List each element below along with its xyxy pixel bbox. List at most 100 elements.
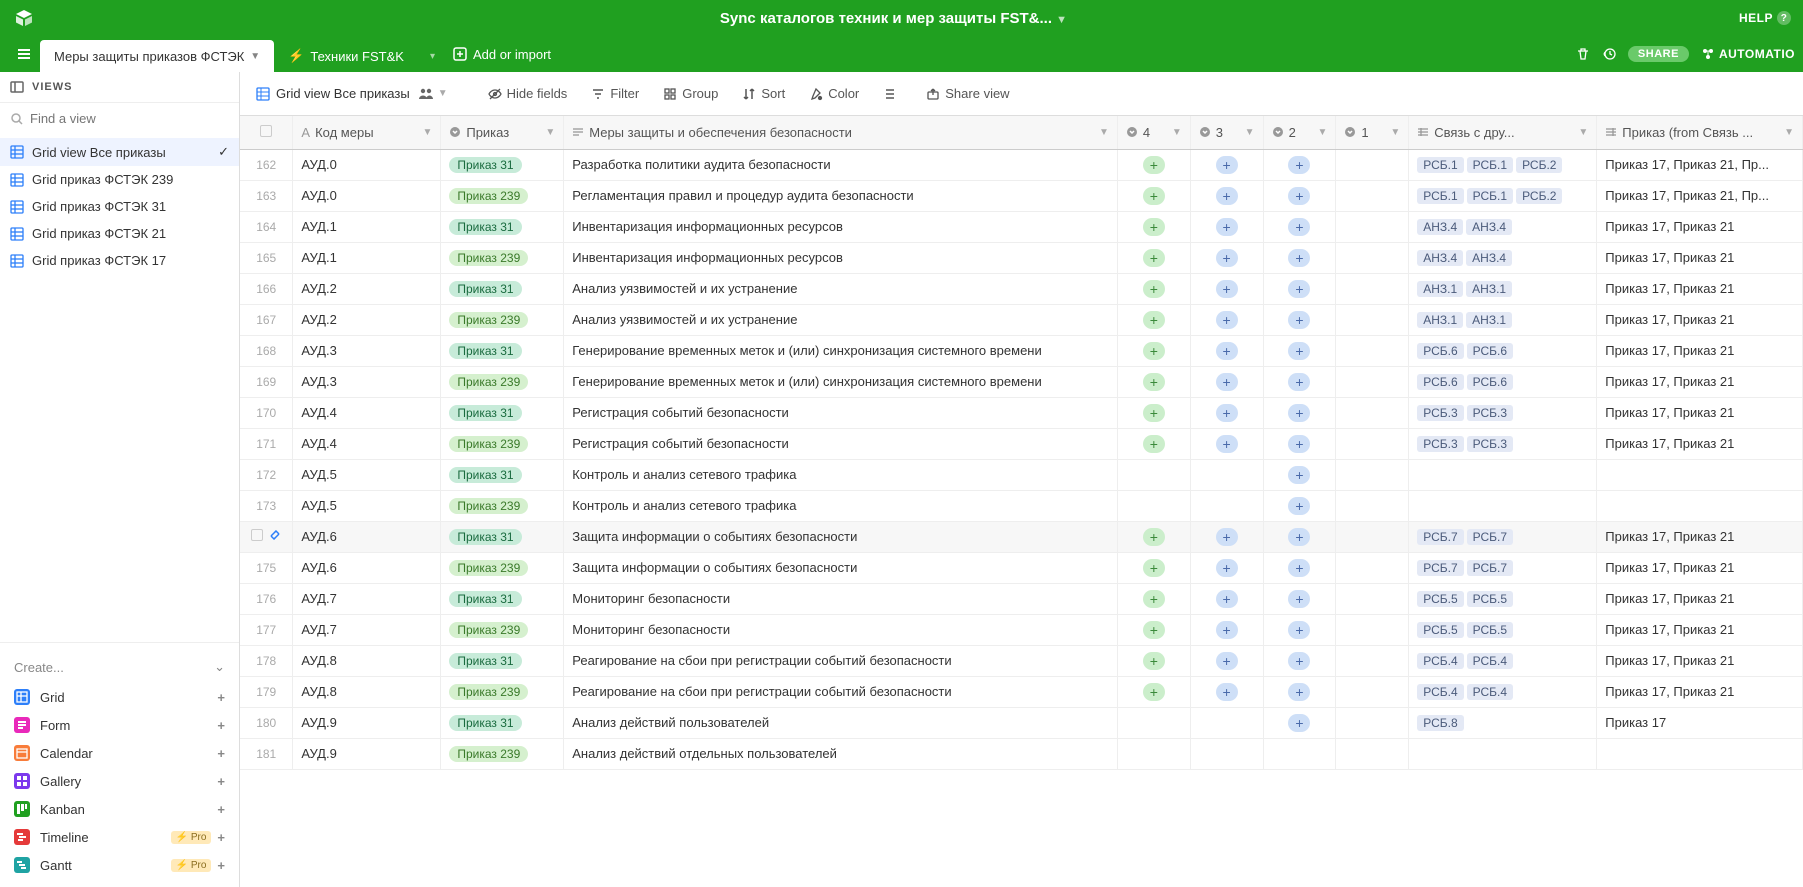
table-row[interactable]: 164 АУД.1 Приказ 31 Инвентаризация инфор…	[240, 211, 1803, 242]
cell-3[interactable]: +	[1190, 676, 1263, 707]
cell-mery[interactable]: Регламентация правил и процедур аудита б…	[564, 180, 1118, 211]
cell-2[interactable]: +	[1263, 645, 1336, 676]
plus-badge[interactable]: +	[1143, 621, 1165, 639]
cell-code[interactable]: АУД.7	[293, 583, 441, 614]
plus-badge[interactable]: +	[1143, 187, 1165, 205]
cell-1[interactable]	[1336, 366, 1409, 397]
column-header-2[interactable]: 2▼	[1263, 116, 1336, 149]
row-number-cell[interactable]: 176	[240, 583, 293, 614]
create-view-gallery[interactable]: Gallery+	[0, 767, 239, 795]
table-row[interactable]: 167 АУД.2 Приказ 239 Анализ уязвимостей …	[240, 304, 1803, 335]
cell-code[interactable]: АУД.2	[293, 304, 441, 335]
cell-link[interactable]: РСБ.4РСБ.4	[1409, 645, 1597, 676]
cell-prikazfrom[interactable]: Приказ 17, Приказ 21	[1597, 273, 1803, 304]
row-number-cell[interactable]: 181	[240, 738, 293, 769]
cell-1[interactable]	[1336, 335, 1409, 366]
cell-1[interactable]	[1336, 614, 1409, 645]
cell-2[interactable]: +	[1263, 366, 1336, 397]
cell-prikaz[interactable]: Приказ 239	[441, 738, 564, 769]
table-row[interactable]: 170 АУД.4 Приказ 31 Регистрация событий …	[240, 397, 1803, 428]
plus-badge[interactable]: +	[1216, 621, 1238, 639]
cell-1[interactable]	[1336, 459, 1409, 490]
cell-prikazfrom[interactable]: Приказ 17, Приказ 21	[1597, 304, 1803, 335]
plus-badge[interactable]: +	[1288, 404, 1310, 422]
cell-prikaz[interactable]: Приказ 31	[441, 521, 564, 552]
cell-mery[interactable]: Анализ действий отдельных пользователей	[564, 738, 1118, 769]
cell-1[interactable]	[1336, 397, 1409, 428]
create-view-gantt[interactable]: Gantt⚡ Pro+	[0, 851, 239, 879]
cell-code[interactable]: АУД.8	[293, 645, 441, 676]
link-tag[interactable]: РСБ.6	[1467, 374, 1513, 390]
create-view-calendar[interactable]: Calendar+	[0, 739, 239, 767]
cell-code[interactable]: АУД.0	[293, 180, 441, 211]
tab-chevron[interactable]: ▾	[418, 40, 441, 72]
tab-mery-zashity[interactable]: Меры защиты приказов ФСТЭК▼	[40, 40, 274, 72]
row-number-cell[interactable]: 165	[240, 242, 293, 273]
cell-2[interactable]: +	[1263, 242, 1336, 273]
cell-code[interactable]: АУД.9	[293, 738, 441, 769]
plus-badge[interactable]: +	[1288, 466, 1310, 484]
plus-badge[interactable]: +	[1288, 559, 1310, 577]
help-button[interactable]: HELP ?	[1739, 11, 1791, 25]
cell-4[interactable]: +	[1117, 397, 1190, 428]
cell-4[interactable]: +	[1117, 428, 1190, 459]
row-number-cell[interactable]: 180	[240, 707, 293, 738]
cell-2[interactable]: +	[1263, 428, 1336, 459]
cell-3[interactable]	[1190, 707, 1263, 738]
plus-badge[interactable]: +	[1288, 311, 1310, 329]
sidebar-view-item[interactable]: Grid view Все приказы✓	[0, 138, 239, 166]
link-tag[interactable]: РСБ.4	[1417, 684, 1463, 700]
cell-2[interactable]: +	[1263, 707, 1336, 738]
cell-1[interactable]	[1336, 180, 1409, 211]
cell-4[interactable]	[1117, 707, 1190, 738]
link-tag[interactable]: РСБ.6	[1417, 374, 1463, 390]
plus-badge[interactable]: +	[1216, 404, 1238, 422]
cell-link[interactable]: РСБ.4РСБ.4	[1409, 676, 1597, 707]
cell-3[interactable]: +	[1190, 614, 1263, 645]
cell-1[interactable]	[1336, 428, 1409, 459]
cell-3[interactable]: +	[1190, 211, 1263, 242]
sidebar-view-item[interactable]: Grid приказ ФСТЭК 17	[0, 247, 239, 274]
cell-3[interactable]: +	[1190, 583, 1263, 614]
row-number-cell[interactable]: 173	[240, 490, 293, 521]
cell-prikazfrom[interactable]: Приказ 17, Приказ 21	[1597, 211, 1803, 242]
link-tag[interactable]: РСБ.7	[1417, 560, 1463, 576]
cell-code[interactable]: АУД.3	[293, 335, 441, 366]
cell-mery[interactable]: Регистрация событий безопасности	[564, 397, 1118, 428]
cell-mery[interactable]: Мониторинг безопасности	[564, 614, 1118, 645]
plus-badge[interactable]: +	[1143, 373, 1165, 391]
group-button[interactable]: Group	[653, 82, 728, 105]
link-tag[interactable]: РСБ.1	[1467, 157, 1513, 173]
sidebar-view-item[interactable]: Grid приказ ФСТЭК 239	[0, 166, 239, 193]
row-number-cell[interactable]: 168	[240, 335, 293, 366]
cell-3[interactable]	[1190, 738, 1263, 769]
link-tag[interactable]: РСБ.2	[1516, 157, 1562, 173]
cell-prikaz[interactable]: Приказ 31	[441, 583, 564, 614]
cell-mery[interactable]: Контроль и анализ сетевого трафика	[564, 459, 1118, 490]
row-number-cell[interactable]	[240, 521, 293, 552]
cell-3[interactable]	[1190, 459, 1263, 490]
cell-3[interactable]: +	[1190, 273, 1263, 304]
table-row[interactable]: 162 АУД.0 Приказ 31 Разработка политики …	[240, 149, 1803, 180]
cell-prikaz[interactable]: Приказ 31	[441, 707, 564, 738]
link-tag[interactable]: РСБ.3	[1417, 405, 1463, 421]
plus-badge[interactable]: +	[1288, 373, 1310, 391]
cell-prikaz[interactable]: Приказ 31	[441, 645, 564, 676]
link-tag[interactable]: РСБ.4	[1467, 684, 1513, 700]
row-number-cell[interactable]: 164	[240, 211, 293, 242]
plus-badge[interactable]: +	[1143, 404, 1165, 422]
link-tag[interactable]: РСБ.7	[1467, 529, 1513, 545]
cell-2[interactable]: +	[1263, 149, 1336, 180]
plus-badge[interactable]: +	[1288, 156, 1310, 174]
table-row[interactable]: 176 АУД.7 Приказ 31 Мониторинг безопасно…	[240, 583, 1803, 614]
cell-code[interactable]: АУД.9	[293, 707, 441, 738]
link-tag[interactable]: АНЗ.1	[1417, 312, 1463, 328]
table-row[interactable]: 172 АУД.5 Приказ 31 Контроль и анализ се…	[240, 459, 1803, 490]
plus-badge[interactable]: +	[1143, 683, 1165, 701]
cell-code[interactable]: АУД.5	[293, 490, 441, 521]
cell-1[interactable]	[1336, 676, 1409, 707]
cell-mery[interactable]: Реагирование на сбои при регистрации соб…	[564, 676, 1118, 707]
cell-prikaz[interactable]: Приказ 239	[441, 676, 564, 707]
add-or-import-button[interactable]: Add or import	[441, 47, 563, 62]
cell-4[interactable]	[1117, 459, 1190, 490]
